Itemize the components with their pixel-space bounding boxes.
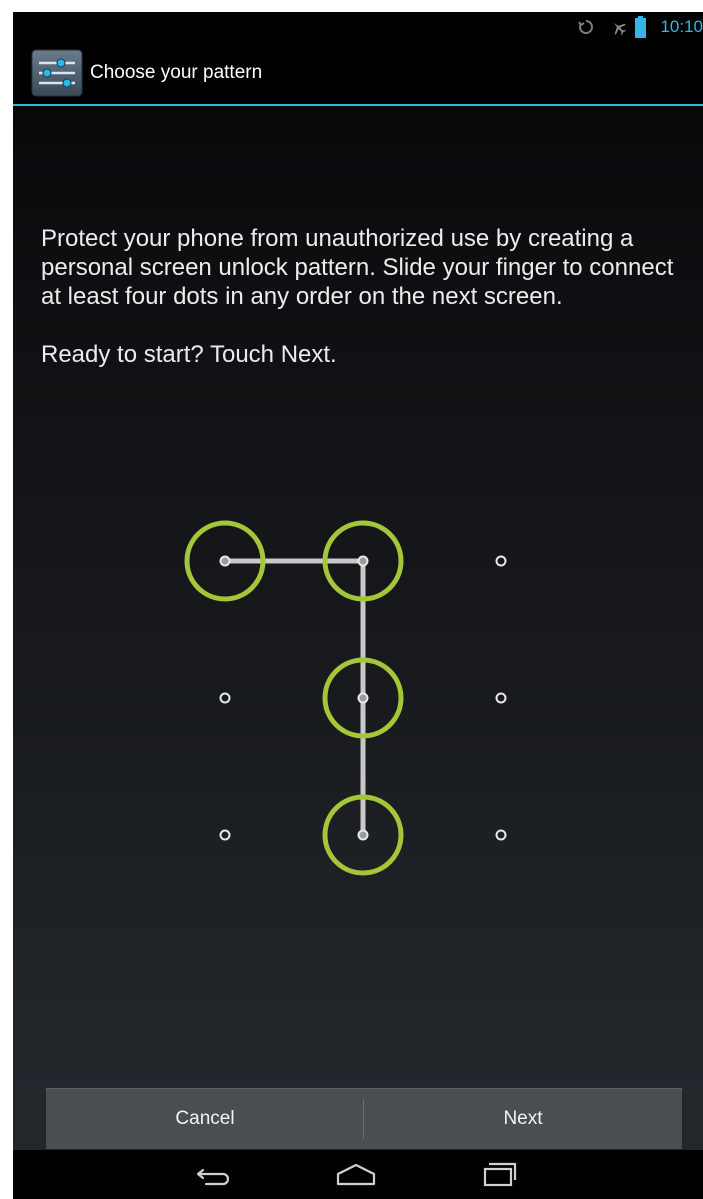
pattern-dot [219,829,231,841]
pattern-rings [184,520,404,876]
back-icon [196,1168,230,1186]
pattern-dot [357,692,369,704]
pattern-dot [495,555,507,567]
home-button[interactable] [311,1150,401,1199]
pattern-dot [357,555,369,567]
pattern-dot [495,829,507,841]
pattern-dot [219,555,231,567]
recents-button[interactable] [453,1150,543,1199]
home-icon [336,1163,376,1186]
navigation-bar [13,1150,703,1199]
pattern-illustration [184,520,507,876]
cancel-button[interactable]: Cancel [46,1089,364,1149]
pattern-dot [495,692,507,704]
button-bar: Cancel Next [46,1088,682,1149]
recents-icon [483,1162,517,1187]
pattern-dot [357,829,369,841]
back-button[interactable] [170,1150,260,1199]
next-button[interactable]: Next [364,1089,682,1149]
screen: 10:10 Choose your pattern Protect your p… [13,12,703,1199]
pattern-path [222,558,366,838]
pattern-dot [219,692,231,704]
